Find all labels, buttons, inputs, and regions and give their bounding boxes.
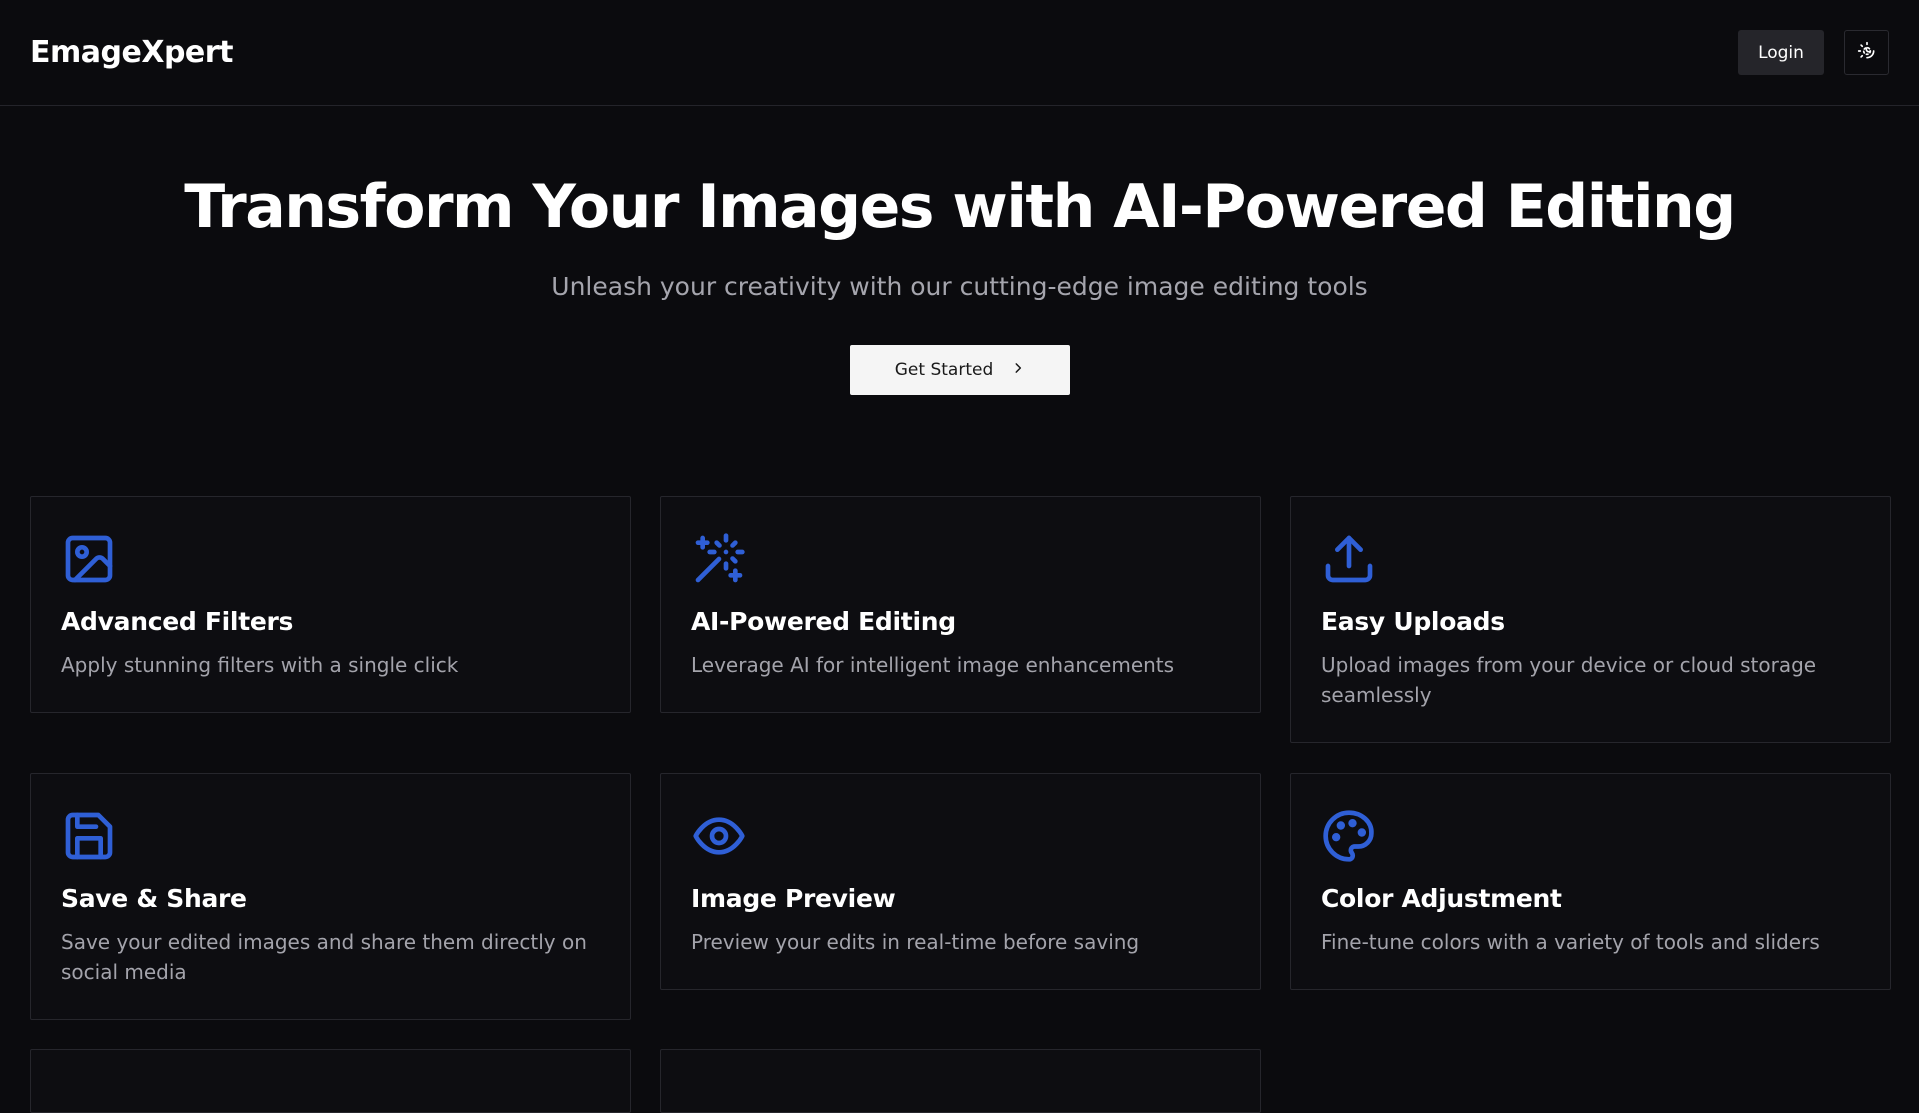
get-started-label: Get Started [894, 360, 994, 380]
feature-description: Leverage AI for intelligent image enhanc… [691, 653, 1175, 677]
get-started-button[interactable]: Get Started [850, 345, 1070, 395]
feature-title: Save & Share [61, 884, 247, 913]
feature-card-image-preview: Image Preview Preview your edits in real… [660, 773, 1261, 990]
upload-icon [1321, 531, 1860, 587]
chevron-right-icon [1011, 360, 1025, 380]
feature-title: Easy Uploads [1321, 607, 1505, 636]
feature-card-partial [660, 1049, 1261, 1113]
feature-description: Upload images from your device or cloud … [1321, 653, 1817, 707]
hero-subtitle: Unleash your creativity with our cutting… [551, 272, 1368, 301]
feature-card-partial [30, 1049, 631, 1113]
login-button[interactable]: Login [1738, 30, 1824, 75]
feature-title: Advanced Filters [61, 607, 294, 636]
feature-card-color-adjustment: Color Adjustment Fine-tune colors with a… [1290, 773, 1891, 990]
feature-title: Image Preview [691, 884, 896, 913]
moon-sun-icon [1857, 41, 1877, 64]
feature-card-advanced-filters: Advanced Filters Apply stunning filters … [30, 496, 631, 713]
feature-description: Apply stunning filters with a single cli… [61, 653, 459, 677]
feature-description: Save your edited images and share them d… [61, 930, 587, 984]
hero-title: Transform Your Images with AI-Powered Ed… [184, 172, 1736, 242]
save-icon [61, 808, 600, 864]
theme-toggle-button[interactable] [1844, 30, 1889, 75]
image-icon [61, 531, 600, 587]
feature-title: Color Adjustment [1321, 884, 1562, 913]
feature-card-ai-powered-editing: AI-Powered Editing Leverage AI for intel… [660, 496, 1261, 713]
feature-card-easy-uploads: Easy Uploads Upload images from your dev… [1290, 496, 1891, 743]
magic-wand-icon [691, 531, 1230, 587]
palette-icon [1321, 808, 1860, 864]
eye-icon [691, 808, 1230, 864]
feature-title: AI-Powered Editing [691, 607, 956, 636]
logo[interactable]: EmageXpert [30, 35, 233, 70]
top-navbar: EmageXpert Login [0, 0, 1919, 106]
feature-description: Preview your edits in real-time before s… [691, 930, 1140, 954]
feature-card-save-share: Save & Share Save your edited images and… [30, 773, 631, 1020]
header-actions: Login [1738, 30, 1889, 75]
feature-description: Fine-tune colors with a variety of tools… [1321, 930, 1820, 954]
